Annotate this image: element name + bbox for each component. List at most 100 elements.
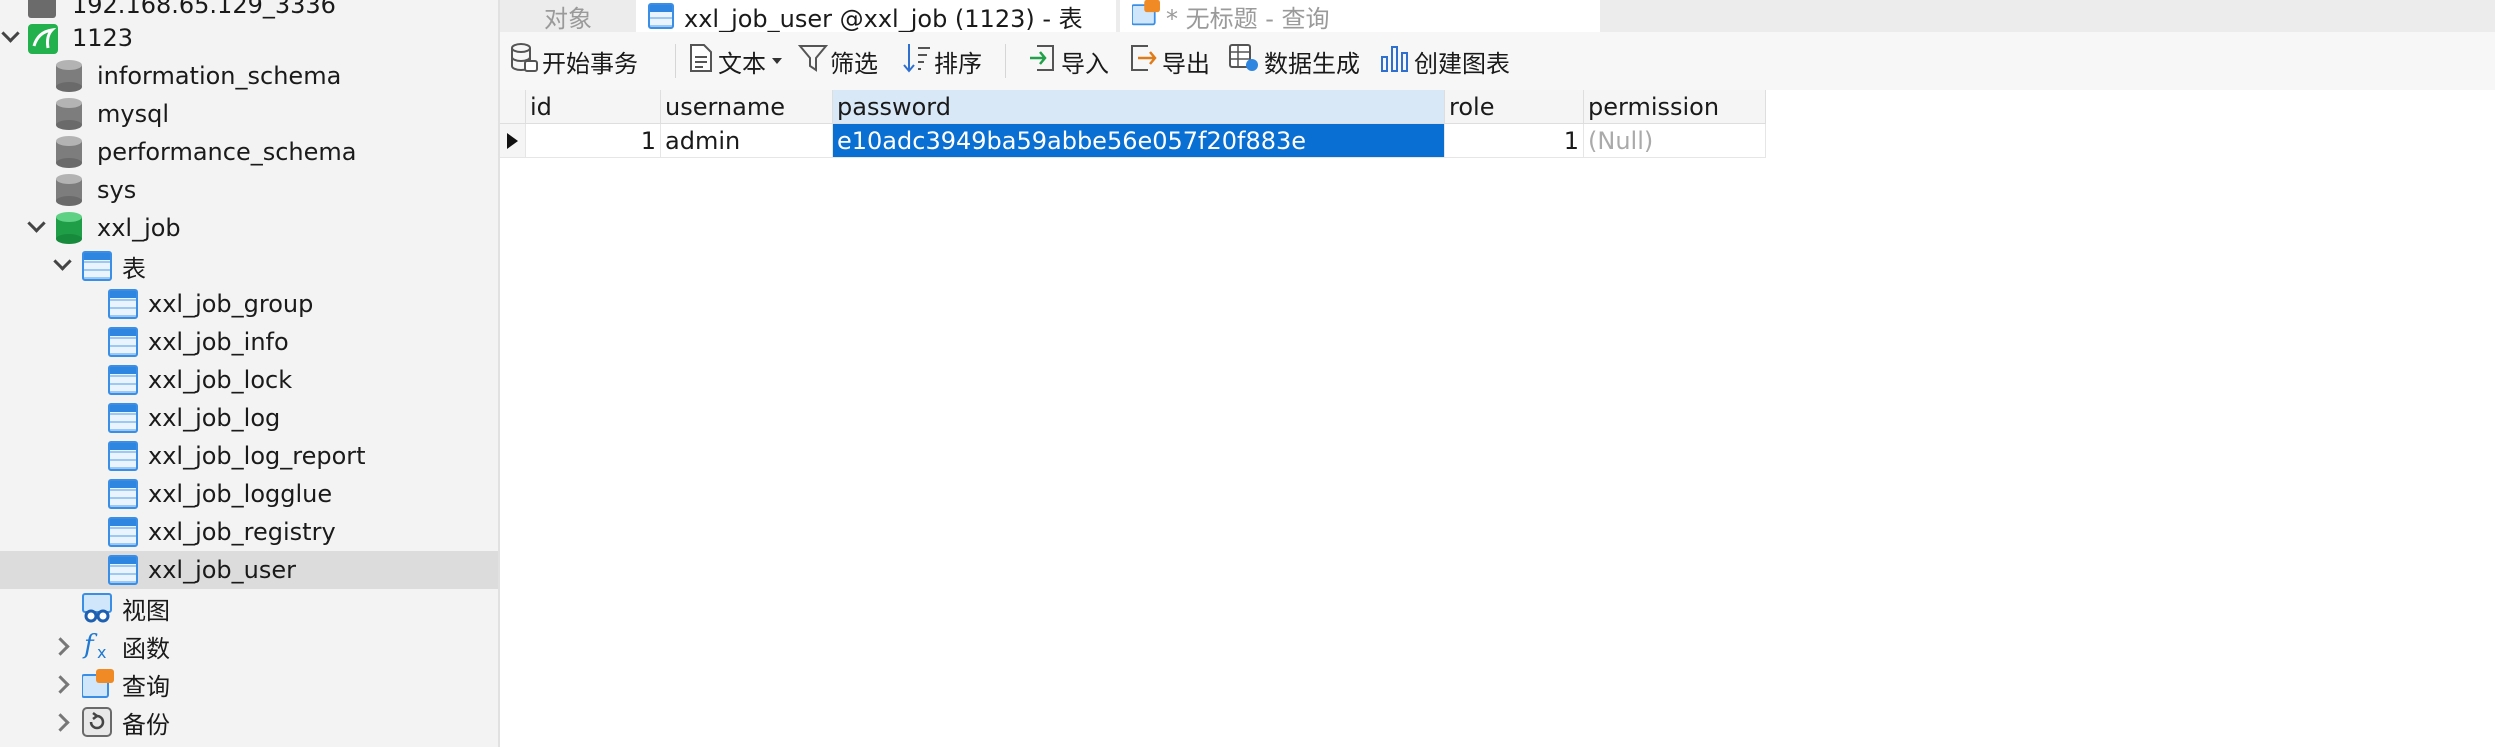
chevron-down-icon[interactable] xyxy=(27,214,46,233)
begin-transaction-label: 开始事务 xyxy=(542,49,638,78)
table-label: xxl_job_log xyxy=(148,404,281,432)
data-grid: id username password role permission 1 a… xyxy=(500,90,2495,747)
tree-item-performance-schema[interactable]: performance_schema xyxy=(0,133,498,171)
navigation-sidebar: 192.168.65.129_3336 1123 information_sch… xyxy=(0,0,500,747)
schema-label: sys xyxy=(97,176,137,204)
filter-label: 筛选 xyxy=(830,49,878,78)
tree-item-table[interactable]: xxl_job_group xyxy=(0,285,498,323)
schema-label: mysql xyxy=(97,100,169,128)
data-generation-icon xyxy=(1228,43,1260,79)
database-open-icon xyxy=(56,212,82,250)
column-header-password[interactable]: password xyxy=(833,90,1445,124)
svg-text:f: f xyxy=(82,630,98,660)
tree-item-backups[interactable]: 备份 xyxy=(0,703,498,741)
import-button[interactable]: 导入 xyxy=(1027,44,1109,78)
import-icon xyxy=(1027,43,1057,79)
function-icon: fx xyxy=(82,629,114,667)
tree-item-table[interactable]: xxl_job_logglue xyxy=(0,475,498,513)
tree-item-sys[interactable]: sys xyxy=(0,171,498,209)
filter-button[interactable]: 筛选 xyxy=(797,43,878,79)
export-button[interactable]: 导出 xyxy=(1128,44,1210,78)
query-icon xyxy=(1131,0,1160,32)
text-label: 文本 xyxy=(718,49,766,78)
cell-password-selected[interactable]: e10adc3949ba59abbe56e057f20f883e xyxy=(833,124,1445,158)
tree-item-views[interactable]: 视图 xyxy=(0,589,498,627)
table-icon xyxy=(108,289,138,319)
import-label: 导入 xyxy=(1061,49,1109,78)
tree-item-table[interactable]: xxl_job_registry xyxy=(0,513,498,551)
connection-icon xyxy=(28,0,56,18)
toolbar-divider xyxy=(1005,44,1006,78)
tree-item-table[interactable]: xxl_job_info xyxy=(0,323,498,361)
tree-item-table[interactable]: xxl_job_log_report xyxy=(0,437,498,475)
table-label: xxl_job_lock xyxy=(148,366,293,394)
tree-item-information-schema[interactable]: information_schema xyxy=(0,57,498,95)
chevron-down-icon[interactable] xyxy=(1,24,20,43)
tree-item-1123[interactable]: 1123 xyxy=(0,19,498,57)
chevron-down-icon[interactable] xyxy=(53,252,72,271)
tree-item-table-selected[interactable]: xxl_job_user xyxy=(0,551,498,589)
tab-untitled-query[interactable]: * 无标题 - 查询 xyxy=(1120,0,1600,32)
text-document-icon xyxy=(688,43,714,79)
database-transaction-icon xyxy=(510,43,538,79)
column-header-username[interactable]: username xyxy=(661,90,833,124)
text-view-dropdown[interactable]: 文本 xyxy=(688,44,782,78)
active-db-label: xxl_job xyxy=(97,214,181,242)
database-icon xyxy=(56,174,82,212)
tree-item-mysql[interactable]: mysql xyxy=(0,95,498,133)
column-header-id[interactable]: id xyxy=(526,90,661,124)
table-label: xxl_job_info xyxy=(148,328,289,356)
tab-objects[interactable]: 对象 xyxy=(500,0,632,33)
data-generation-button[interactable]: 数据生成 xyxy=(1228,44,1360,78)
database-icon xyxy=(56,98,82,136)
toolbar-divider xyxy=(675,44,676,78)
toolbar: 开始事务 文本 筛选 排序 导入 导出 数据生成 创建图表 xyxy=(500,32,2495,91)
table-label: xxl_job_user xyxy=(148,556,297,584)
tables-folder-label: 表 xyxy=(122,254,146,283)
table-label: xxl_job_group xyxy=(148,290,314,318)
cell-username[interactable]: admin xyxy=(661,124,833,158)
row-indicator[interactable] xyxy=(500,124,526,158)
cell-role[interactable]: 1 xyxy=(1445,124,1584,158)
views-icon xyxy=(82,593,112,629)
database-icon xyxy=(56,60,82,98)
cell-permission[interactable]: (Null) xyxy=(1584,124,1766,158)
row-header-corner xyxy=(500,90,526,124)
views-folder-label: 视图 xyxy=(122,596,170,625)
chevron-right-icon[interactable] xyxy=(51,637,70,656)
table-icon xyxy=(108,479,138,509)
mysql-connection-icon xyxy=(28,24,58,60)
caret-down-icon xyxy=(772,58,782,64)
current-row-arrow-icon xyxy=(507,133,518,149)
table-icon xyxy=(108,441,138,471)
column-header-role[interactable]: role xyxy=(1445,90,1584,124)
create-chart-button[interactable]: 创建图表 xyxy=(1380,44,1510,78)
cell-id[interactable]: 1 xyxy=(526,124,661,158)
tree-item-tables[interactable]: 表 xyxy=(0,247,498,285)
begin-transaction-button[interactable]: 开始事务 xyxy=(510,43,638,79)
sort-icon xyxy=(902,42,932,80)
tree-item-table[interactable]: xxl_job_log xyxy=(0,399,498,437)
database-icon xyxy=(56,136,82,174)
tab-table-xxl-job-user[interactable]: xxl_job_user @xxl_job (1123) - 表 xyxy=(636,0,1116,32)
tab-query-label: * 无标题 - 查询 xyxy=(1166,4,1330,33)
filter-funnel-icon xyxy=(797,43,829,79)
table-icon xyxy=(108,555,138,585)
tab-objects-label: 对象 xyxy=(544,4,592,33)
chart-icon xyxy=(1380,43,1410,79)
backup-icon xyxy=(82,707,112,743)
column-header-permission[interactable]: permission xyxy=(1584,90,1766,124)
export-label: 导出 xyxy=(1162,49,1210,78)
backups-folder-label: 备份 xyxy=(122,710,170,739)
functions-folder-label: 函数 xyxy=(122,634,170,663)
table-icon xyxy=(108,327,138,357)
tree-item-table[interactable]: xxl_job_lock xyxy=(0,361,498,399)
tree-item-functions[interactable]: fx 函数 xyxy=(0,627,498,665)
schema-label: performance_schema xyxy=(97,138,357,166)
chevron-right-icon[interactable] xyxy=(51,675,70,694)
chevron-right-icon[interactable] xyxy=(51,713,70,732)
tree-item-queries[interactable]: 查询 xyxy=(0,665,498,703)
table-icon xyxy=(108,365,138,395)
sort-button[interactable]: 排序 xyxy=(902,44,982,78)
tree-item-xxl-job[interactable]: xxl_job xyxy=(0,209,498,247)
